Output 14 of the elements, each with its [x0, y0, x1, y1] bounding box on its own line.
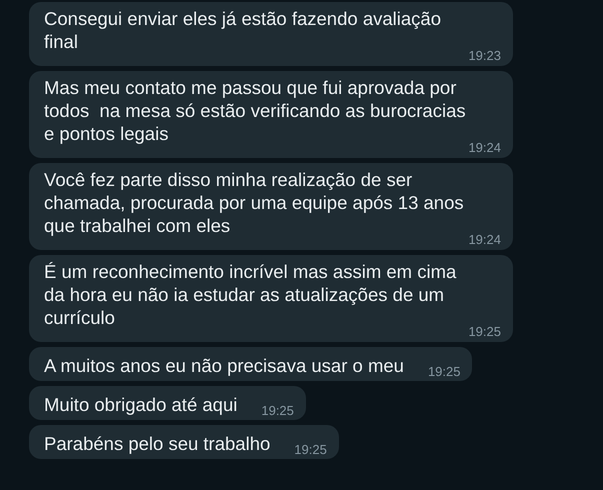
message-time: 19:23 [468, 48, 501, 63]
message-time: 19:25 [261, 403, 294, 418]
message-text: Parabéns pelo seu trabalho [44, 432, 270, 455]
message-time: 19:25 [468, 324, 501, 339]
message-time: 19:24 [468, 232, 501, 247]
message-text: É um reconhecimento incrível mas assim em cima da hora eu não ia estudar as atualizações de um currículo [44, 261, 456, 328]
message-time: 19:25 [294, 442, 327, 457]
message-text: Você fez parte disso minha realização de ser chamada, procurada por uma equipe após 13 anos que trabalhei com eles [44, 169, 464, 236]
message-text: Mas meu contato me passou que fui aprovada por todos na mesa só estão verificando as burocracias e pontos legais [44, 77, 466, 144]
message-time: 19:25 [428, 364, 460, 379]
message-time: 19:24 [468, 140, 501, 155]
message-text: A muitos anos eu não precisava usar o meu [44, 354, 404, 377]
message-text: Consegui enviar eles já estão fazendo avaliação final [44, 8, 441, 52]
message-text: Muito obrigado até aqui [44, 393, 238, 416]
